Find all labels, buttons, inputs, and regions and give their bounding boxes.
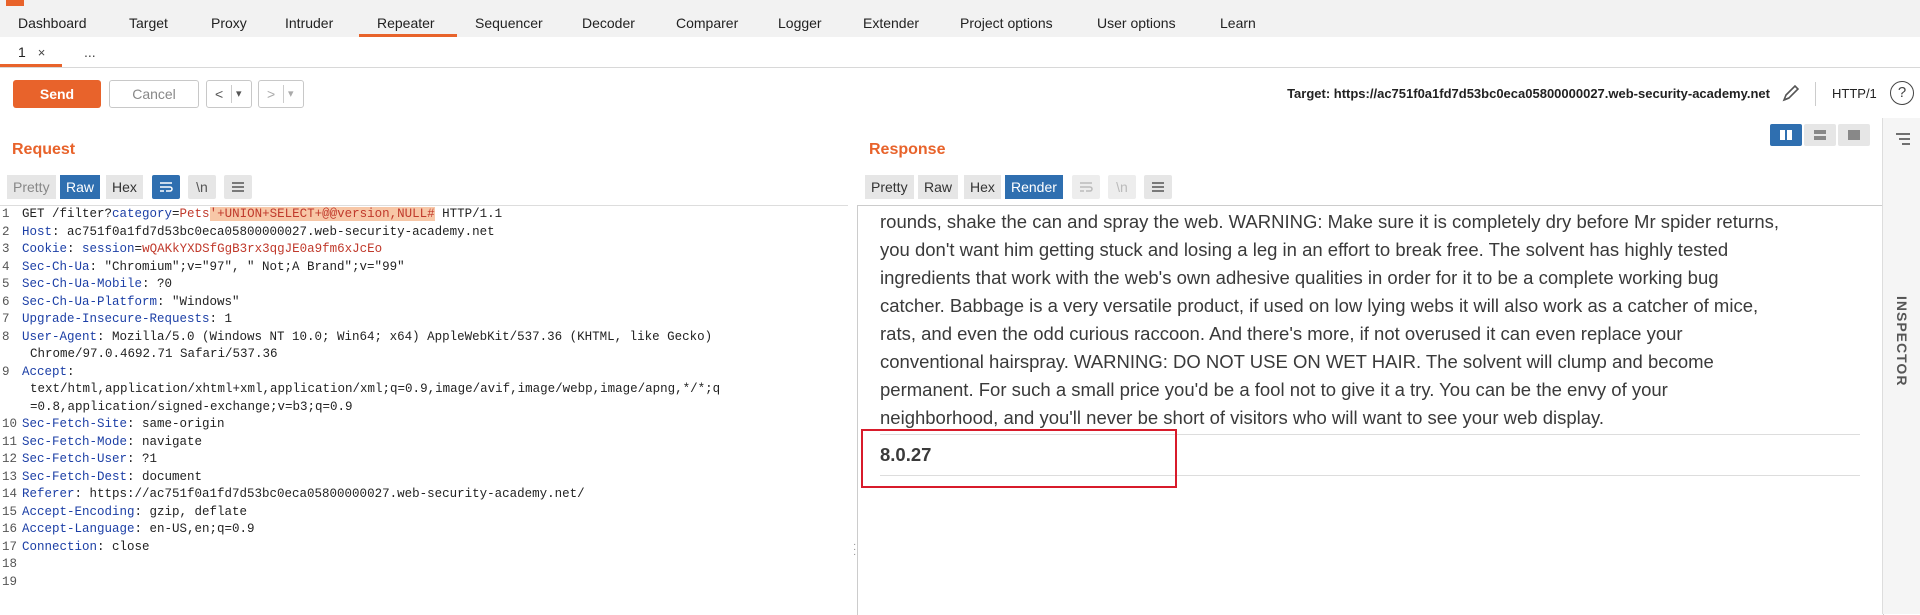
request-editor[interactable]: 1 GET /filter?category=Pets'+UNION+SELECT… (0, 205, 848, 615)
toolbar-divider (1815, 82, 1816, 106)
top-bottom-layout-icon[interactable] (1804, 124, 1836, 146)
http-version-toggle[interactable]: HTTP/1 (1832, 86, 1877, 101)
request-line-5: 5 Sec-Ch-Ua-Mobile: ?0 (2, 277, 173, 291)
inspector-sidebar[interactable]: INSPECTOR (1882, 118, 1920, 614)
request-line-11: 11 Sec-Fetch-Mode: navigate (2, 434, 203, 449)
tab-extender[interactable]: Extender (863, 6, 919, 37)
response-title: Response (869, 141, 946, 158)
request-line-16: 16 Accept-Language: en-US,en;q=0.9 (2, 522, 255, 536)
rendered-response[interactable]: rounds, shake the can and spray the web.… (857, 205, 1884, 615)
request-title: Request (12, 141, 76, 158)
render-mode-button[interactable]: Render (1005, 175, 1063, 199)
raw-mode-button[interactable]: Raw (918, 175, 959, 199)
highlight-box (861, 429, 1177, 488)
cancel-button[interactable]: Cancel (109, 80, 199, 108)
request-view-modes: Pretty Raw Hex \n (7, 175, 257, 199)
menu-icon[interactable] (1895, 132, 1911, 146)
active-subtab-indicator (0, 64, 62, 67)
hex-mode-button[interactable]: Hex (964, 175, 1001, 199)
request-line-18: 18 (2, 557, 18, 571)
request-line-9: 9 Accept: (2, 364, 75, 379)
request-line-19: 19 (2, 574, 18, 589)
wrap-lines-icon[interactable] (152, 175, 180, 199)
options-menu-icon[interactable] (1144, 175, 1172, 199)
repeater-tab-bar: 1 × ... (0, 37, 1920, 68)
show-newlines-button[interactable]: \n (1108, 175, 1136, 199)
inspector-label: INSPECTOR (1894, 296, 1910, 387)
tab-dashboard[interactable]: Dashboard (18, 6, 87, 37)
request-line-13: 13 Sec-Fetch-Dest: document (2, 469, 203, 484)
close-icon[interactable]: × (38, 45, 46, 60)
send-button[interactable]: Send (13, 80, 101, 108)
request-line-1: 1 GET /filter?category=Pets'+UNION+SELECT… (2, 207, 503, 221)
forward-button[interactable]: > ▾ (258, 80, 304, 108)
tab-project-options[interactable]: Project options (960, 6, 1053, 37)
tab-decoder[interactable]: Decoder (582, 6, 635, 37)
request-line-7: 7 Upgrade-Insecure-Requests: 1 (2, 312, 233, 326)
tab-user-options[interactable]: User options (1097, 6, 1176, 37)
sql-injection-payload: '+UNION+SELECT+@@version,NULL# (209, 207, 435, 221)
request-line-3: 3 Cookie: session=wQAKkYXDSfGgB3rx3qgJE0a… (2, 242, 383, 256)
request-line-9-cont1: text/html,application/xhtml+xml,applicat… (30, 382, 721, 396)
show-newlines-button[interactable]: \n (188, 175, 216, 199)
chevron-right-icon: > (267, 86, 276, 102)
repeater-tab-1[interactable]: 1 × (18, 37, 45, 67)
repeater-tab-label: 1 (18, 44, 26, 60)
product-description: rounds, shake the can and spray the web.… (880, 211, 1779, 428)
wrap-lines-icon[interactable] (1072, 175, 1100, 199)
pretty-mode-button[interactable]: Pretty (865, 175, 914, 199)
request-line-6: 6 Sec-Ch-Ua-Platform: "Windows" (2, 294, 240, 309)
request-line-10: 10 Sec-Fetch-Site: same-origin (2, 417, 225, 431)
request-line-4: 4 Sec-Ch-Ua: "Chromium";v="97", " Not;A B… (2, 259, 405, 274)
request-line-15: 15 Accept-Encoding: gzip, deflate (2, 504, 248, 519)
tab-learn[interactable]: Learn (1220, 6, 1256, 37)
request-line-12: 12 Sec-Fetch-User: ?1 (2, 452, 158, 466)
tab-target[interactable]: Target (129, 6, 168, 37)
side-by-side-layout-icon[interactable] (1770, 124, 1802, 146)
chevron-left-icon: < (215, 86, 224, 102)
raw-mode-button[interactable]: Raw (60, 175, 101, 199)
target-label: Target: https://ac751f0a1fd7d53bc0eca058… (1287, 86, 1770, 101)
request-line-8-cont: Chrome/97.0.4692.71 Safari/537.36 (30, 347, 278, 361)
edit-target-icon[interactable] (1780, 82, 1802, 104)
tab-comparer[interactable]: Comparer (676, 6, 738, 37)
chevron-down-icon[interactable]: ▾ (288, 81, 294, 107)
tab-sequencer[interactable]: Sequencer (475, 6, 543, 37)
help-icon[interactable]: ? (1890, 81, 1914, 105)
response-view-modes: Pretty Raw Hex Render \n (865, 175, 1195, 199)
options-menu-icon[interactable] (224, 175, 252, 199)
request-line-8: 8 User-Agent: Mozilla/5.0 (Windows NT 10.… (2, 329, 713, 344)
hex-mode-button[interactable]: Hex (106, 175, 143, 199)
request-line-9-cont2: =0.8,application/signed-exchange;v=b3;q=… (30, 399, 353, 414)
chevron-down-icon[interactable]: ▾ (236, 81, 242, 107)
request-line-2: 2 Host: ac751f0a1fd7d53bc0eca05800000027.… (2, 224, 495, 239)
tab-repeater[interactable]: Repeater (377, 6, 435, 37)
tab-proxy[interactable]: Proxy (211, 6, 247, 37)
pretty-mode-button[interactable]: Pretty (7, 175, 56, 199)
tabs-layout-icon[interactable] (1838, 124, 1870, 146)
request-line-14: 14 Referer: https://ac751f0a1fd7d53bc0eca… (2, 487, 585, 501)
back-button[interactable]: < ▾ (206, 80, 252, 108)
main-tab-bar: Dashboard Target Proxy Intruder Repeater… (0, 6, 1920, 38)
tab-logger[interactable]: Logger (778, 6, 822, 37)
repeater-toolbar: Send Cancel < ▾ > ▾ Target: https://ac75… (0, 68, 1920, 118)
request-line-17: 17 Connection: close (2, 539, 150, 554)
tab-intruder[interactable]: Intruder (285, 6, 333, 37)
new-tab-button[interactable]: ... (84, 37, 96, 67)
